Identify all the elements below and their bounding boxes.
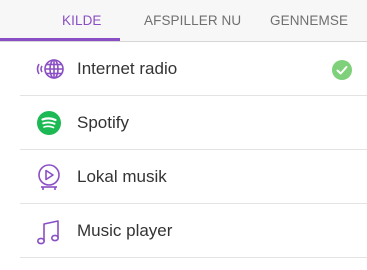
source-label: Internet radio (77, 59, 178, 78)
active-tab-indicator (0, 38, 120, 41)
source-item-lokal-musik[interactable]: Lokal musik (20, 150, 367, 204)
tab-afspiller-nu[interactable]: AFSPILLER NU (144, 13, 241, 28)
source-item-music-player[interactable]: Music player (20, 204, 367, 258)
spotify-icon (35, 109, 63, 137)
local-music-icon (35, 163, 63, 191)
source-item-spotify[interactable]: Spotify (20, 96, 367, 150)
tab-gennemse[interactable]: GENNEMSE (270, 13, 348, 28)
source-label: Lokal musik (77, 167, 167, 186)
music-note-icon (35, 217, 63, 245)
tab-bar: KILDE AFSPILLER NU GENNEMSE (0, 0, 367, 42)
internet-radio-icon (35, 55, 64, 83)
source-label: Music player (77, 221, 173, 240)
checkmark-icon (332, 60, 352, 80)
source-item-internet-radio[interactable]: Internet radio (20, 42, 367, 96)
tab-kilde[interactable]: KILDE (62, 13, 102, 28)
source-label: Spotify (77, 113, 129, 132)
